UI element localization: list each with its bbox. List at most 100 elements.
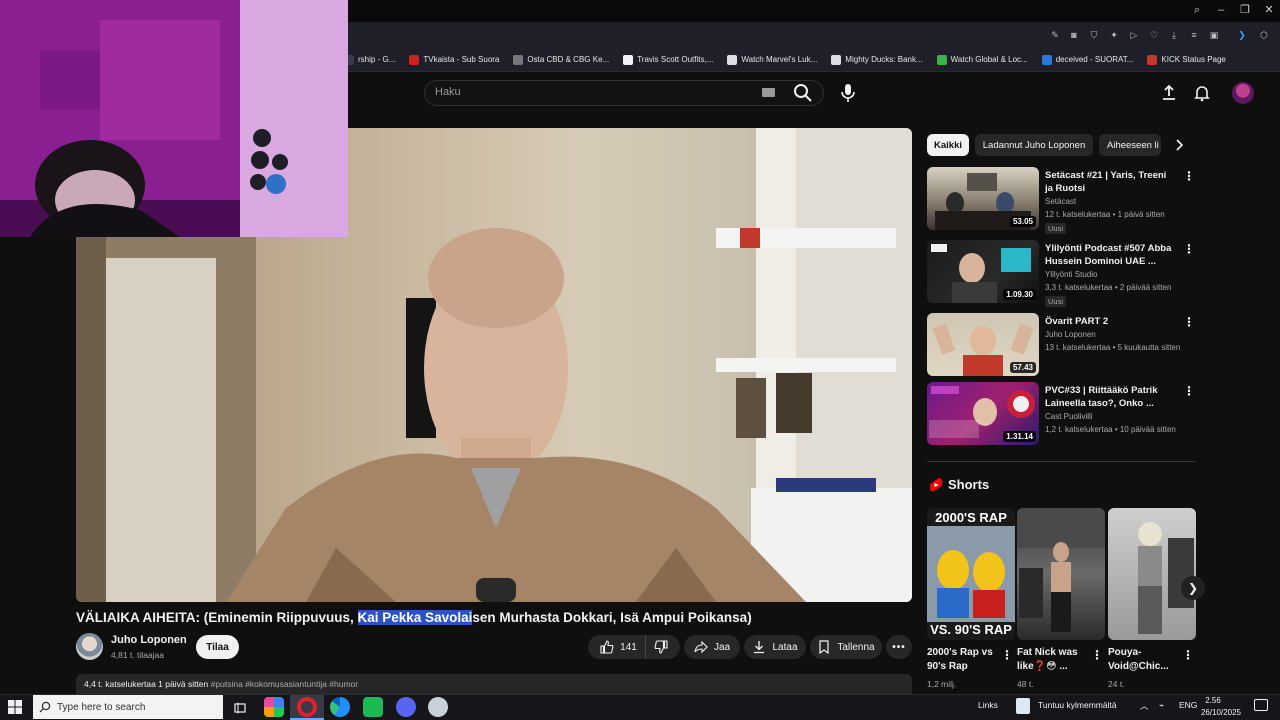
video-thumbnail[interactable]: 1.31.14 (927, 382, 1039, 445)
bookmark-item[interactable]: Osta CBD & CBG Ke... (513, 54, 609, 65)
camera-icon[interactable]: ◙ (1068, 29, 1080, 41)
more-vertical-icon[interactable]: ⋮ (1183, 315, 1195, 329)
upload-icon[interactable] (1160, 84, 1178, 102)
shorts-next-button[interactable]: ❯ (1181, 576, 1205, 600)
close-icon[interactable]: ✕ (1260, 2, 1278, 18)
related-video-channel[interactable]: Setäcast (1045, 197, 1076, 206)
account-avatar[interactable] (1232, 82, 1254, 104)
minimize-icon[interactable]: – (1212, 2, 1230, 18)
related-video-title[interactable]: Setäcast #21 | Yaris, Treeni ja Ruotsi (1045, 169, 1175, 195)
more-vertical-icon[interactable]: ⋮ (1183, 169, 1195, 183)
more-vertical-icon[interactable]: ⋮ (1001, 648, 1013, 662)
related-video-channel[interactable]: Juho Loponen (1045, 330, 1096, 339)
related-video-title[interactable]: Ylilyönti Podcast #507 Abba Hussein Domi… (1045, 242, 1175, 268)
cube-icon[interactable]: ⬡ (1258, 29, 1270, 41)
more-vertical-icon[interactable]: ⋮ (1183, 384, 1195, 398)
short-title[interactable]: 2000's Rap vs 90's Rap (927, 646, 1001, 674)
download-button[interactable]: Lataa (744, 635, 806, 659)
edit-icon[interactable]: ✎ (1049, 29, 1061, 41)
channel-name[interactable]: Juho Loponen (111, 634, 187, 646)
bookmark-item[interactable]: rship - G... (344, 54, 395, 65)
bookmark-item[interactable]: deceived - SUORAT... (1041, 54, 1134, 65)
channel-avatar[interactable] (76, 633, 103, 660)
bookmark-item[interactable]: Travis Scott Outfits,... (623, 54, 713, 65)
weather-icon[interactable] (1016, 698, 1030, 714)
keyboard-icon[interactable] (762, 88, 775, 97)
chip-all[interactable]: Kaikki (927, 134, 969, 156)
weather-text[interactable]: Tuntuu kylmemmältä (1038, 700, 1117, 710)
task-view-icon[interactable] (234, 701, 246, 714)
sidebar-icon[interactable]: ❯ (1236, 29, 1248, 41)
language-indicator[interactable]: ENG (1179, 700, 1197, 710)
extension-icon[interactable]: ✦ (1108, 29, 1120, 41)
bookmark-label: deceived - SUORAT... (1055, 55, 1134, 64)
taskbar-search-input[interactable] (57, 701, 207, 713)
subscribe-button[interactable]: Tilaa (196, 635, 239, 659)
heart-icon[interactable]: ♡ (1148, 29, 1160, 41)
related-video[interactable]: 53.05 Setäcast #21 | Yaris, Treeni ja Ru… (927, 167, 1197, 234)
short-thumbnail[interactable] (1017, 508, 1105, 640)
chips-next-button[interactable] (1172, 138, 1186, 152)
short-thumbnail[interactable] (1108, 508, 1196, 640)
related-video-channel[interactable]: Ylilyönti Studio (1045, 270, 1097, 279)
related-video-title[interactable]: PVC#33 | Riittääkö Patrik Laineella taso… (1045, 384, 1175, 410)
start-button[interactable] (8, 700, 22, 714)
search-input[interactable] (435, 86, 735, 98)
notifications-bell-icon[interactable] (1193, 84, 1211, 102)
short-thumbnail[interactable]: 2000'S RAP VS. 90'S RAP (927, 508, 1015, 640)
menu-icon[interactable]: ≡ (1188, 29, 1200, 41)
bookmark-item[interactable]: TVkaista - Sub Suora (409, 54, 499, 65)
clock-time[interactable]: 2.56 (1200, 696, 1226, 705)
hashtags[interactable]: #putsina #kokomusasiantuntija #humor (211, 679, 358, 689)
edge-browser-icon[interactable] (330, 697, 350, 717)
related-video-title[interactable]: Övarit PART 2 (1045, 315, 1175, 328)
chip-uploaded-by[interactable]: Ladannut Juho Loponen (975, 134, 1093, 156)
chip-related[interactable]: Aiheeseen li (1099, 134, 1161, 156)
copilot-app-icon[interactable] (264, 697, 284, 717)
related-video[interactable]: 1.09.30 Ylilyönti Podcast #507 Abba Huss… (927, 240, 1197, 307)
related-video[interactable]: 1.31.14 PVC#33 | Riittääkö Patrik Lainee… (927, 382, 1197, 446)
links-toolbar[interactable]: Links (978, 700, 998, 710)
more-actions-button[interactable]: ••• (886, 635, 912, 659)
short-title[interactable]: Pouya-Void@Chic... (1108, 646, 1182, 674)
restore-icon[interactable]: ❐ (1236, 2, 1254, 18)
taskbar-search[interactable] (33, 695, 223, 719)
bookmark-item[interactable]: Watch Global & Loc... (936, 54, 1028, 65)
more-vertical-icon[interactable]: ⋮ (1182, 648, 1194, 662)
short-item[interactable]: Fat Nick was like❓😳 ... 48 t. ⋮ (1017, 508, 1105, 689)
opera-browser-icon[interactable] (297, 697, 317, 717)
dislike-button[interactable] (644, 635, 676, 659)
clock-date[interactable]: 26/10/2025 (1199, 708, 1243, 717)
video-thumbnail[interactable]: 1.09.30 (927, 240, 1039, 303)
play-icon[interactable]: ▷ (1128, 29, 1140, 41)
related-video-channel[interactable]: Cast Puolivilli (1045, 412, 1093, 421)
lock-icon[interactable]: ▣ (1208, 29, 1220, 41)
shield-icon[interactable]: ⛉ (1088, 29, 1100, 41)
notifications-center-icon[interactable] (1254, 699, 1268, 711)
network-icon[interactable]: ⌁ (1159, 700, 1164, 711)
app-icon-gray[interactable] (428, 697, 448, 717)
bookmark-item[interactable]: KICK Status Page (1147, 54, 1226, 65)
description-box[interactable]: 4,4 t. katselukertaa 1 päivä sitten #put… (76, 674, 912, 696)
search-button[interactable] (792, 82, 814, 104)
browser-search-icon[interactable]: ⌕ (1188, 2, 1206, 18)
more-vertical-icon[interactable]: ⋮ (1091, 648, 1103, 662)
download-icon[interactable]: ⤓ (1168, 29, 1180, 41)
discord-icon[interactable] (396, 697, 416, 717)
share-button[interactable]: Jaa (684, 635, 740, 659)
bookmark-item[interactable]: Mighty Ducks: Bank... (831, 54, 923, 65)
short-item[interactable]: 2000'S RAP VS. 90'S RAP 2000's Rap vs 90… (927, 508, 1015, 689)
video-thumbnail[interactable]: 57.43 (927, 313, 1039, 376)
like-button[interactable]: 141 (592, 635, 645, 659)
video-thumbnail[interactable]: 53.05 (927, 167, 1039, 230)
app-icon-green[interactable] (363, 697, 383, 717)
related-video-meta: 12 t. katselukertaa • 1 päivä sitten (1045, 210, 1165, 219)
save-button[interactable]: Tallenna (810, 635, 882, 659)
short-item[interactable]: Pouya-Void@Chic... 24 t. ⋮ (1108, 508, 1196, 689)
related-video[interactable]: 57.43 Övarit PART 2 Juho Loponen 13 t. k… (927, 313, 1197, 377)
more-vertical-icon[interactable]: ⋮ (1183, 242, 1195, 256)
bookmark-item[interactable]: Watch Marvel's Luk... (727, 54, 817, 65)
voice-search-button[interactable] (836, 80, 860, 106)
short-title[interactable]: Fat Nick was like❓😳 ... (1017, 646, 1091, 674)
tray-overflow-chevron-up-icon[interactable]: ︿ (1140, 700, 1149, 712)
